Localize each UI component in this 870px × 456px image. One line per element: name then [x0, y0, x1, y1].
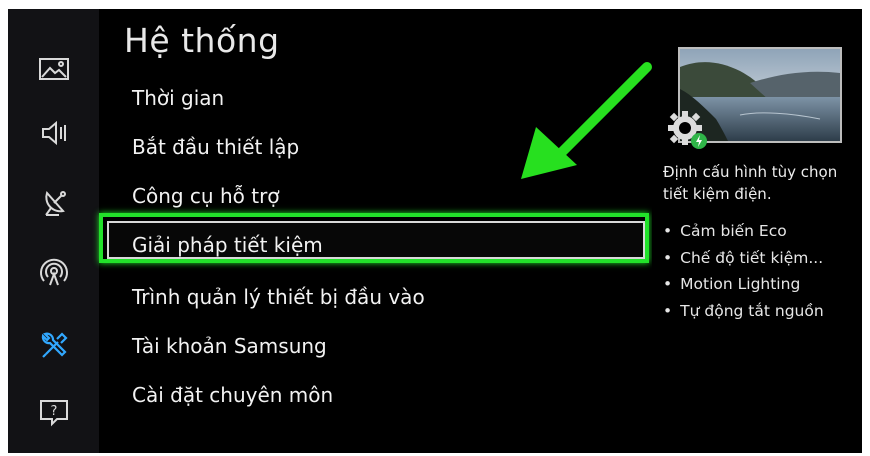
green-pointer-arrow-icon [521, 62, 652, 179]
info-panel: Định cấu hình tùy chọn tiết kiệm điện. C… [652, 9, 862, 453]
page-title: Hệ thống [124, 21, 280, 60]
feature-item: Motion Lighting [663, 271, 824, 298]
menu-item-input-device-manager[interactable]: Trình quản lý thiết bị đầu vào [132, 285, 425, 309]
broadcast-icon[interactable] [32, 185, 76, 221]
feature-item: Tự động tắt nguồn [663, 298, 824, 325]
picture-icon[interactable] [32, 51, 76, 87]
sound-icon[interactable] [32, 115, 76, 151]
feature-item: Chế độ tiết kiệm... [663, 245, 824, 272]
menu-item-expert-settings[interactable]: Cài đặt chuyên môn [132, 383, 333, 407]
info-description: Định cấu hình tùy chọn tiết kiệm điện. [663, 163, 838, 203]
support-tools-icon[interactable] [32, 327, 76, 363]
menu-item-eco-solution[interactable]: Giải pháp tiết kiệm [132, 233, 323, 257]
menu-item-support-tools[interactable]: Công cụ hỗ trợ [132, 184, 280, 208]
system-menu: Hệ thống Thời gian Bắt đầu thiết lập Côn… [99, 9, 652, 453]
feature-item: Cảm biến Eco [663, 218, 824, 245]
menu-item-time[interactable]: Thời gian [132, 86, 224, 110]
help-icon[interactable]: ? [32, 393, 76, 429]
category-sidebar: ? [8, 9, 99, 453]
tv-settings-screen: ? Hệ thống Thời gian Bắt đầu thiết lập C… [8, 9, 862, 453]
svg-text:?: ? [51, 404, 58, 419]
eco-settings-gear-icon [666, 108, 708, 150]
network-icon[interactable] [32, 255, 76, 291]
menu-item-start-setup[interactable]: Bắt đầu thiết lập [132, 135, 299, 159]
feature-list: Cảm biến Eco Chế độ tiết kiệm... Motion … [663, 218, 824, 324]
menu-item-samsung-account[interactable]: Tài khoản Samsung [132, 334, 327, 358]
